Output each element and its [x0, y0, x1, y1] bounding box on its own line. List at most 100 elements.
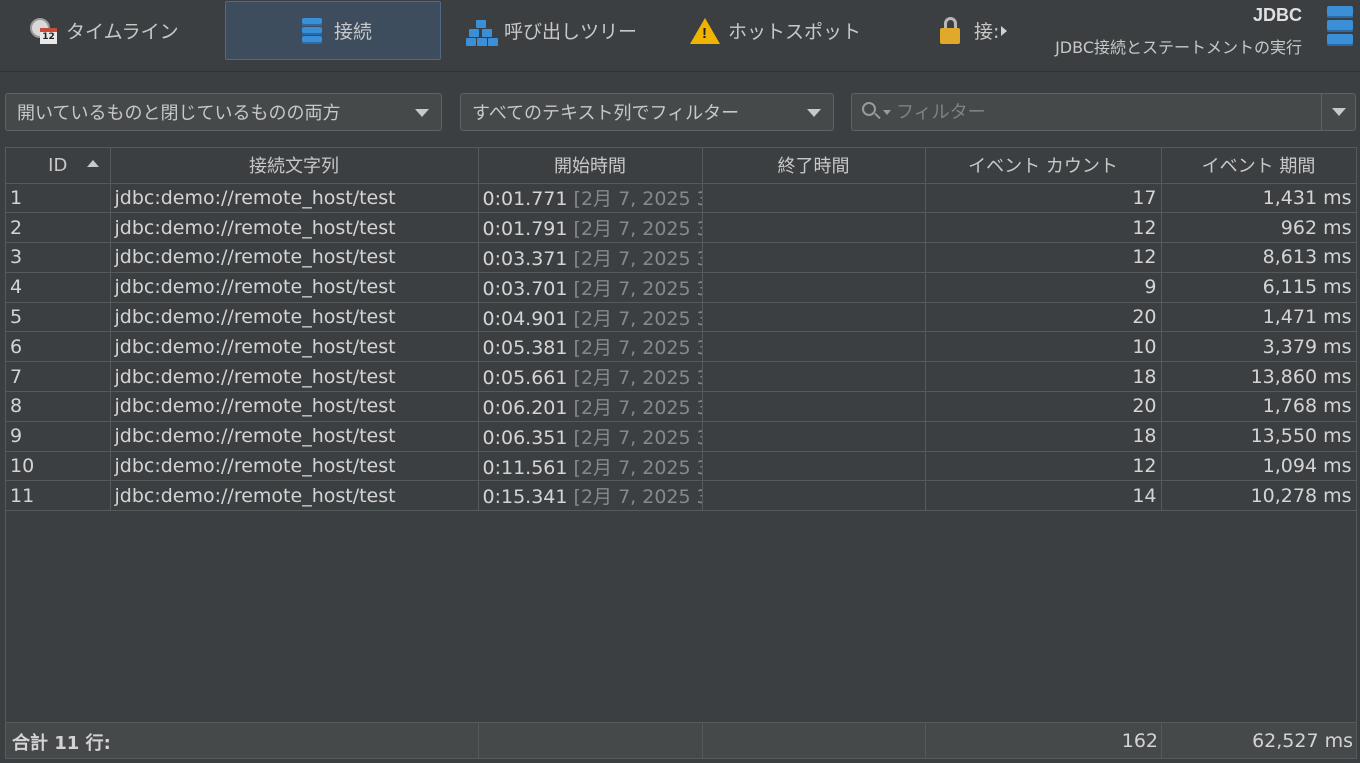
cell-id: 8	[6, 391, 111, 422]
cell-start-time: 0:05.381 [2月 7, 2025 3..	[478, 331, 703, 363]
column-filter-select[interactable]: すべてのテキスト列でフィルター	[460, 93, 834, 131]
table-row[interactable]: 6 jdbc:demo://remote_host/test 0:05.381 [2…	[6, 331, 1357, 363]
table-row[interactable]: 9 jdbc:demo://remote_host/test 0:06.351 [2…	[6, 421, 1357, 452]
cell-connection-string: jdbc:demo://remote_host/test	[110, 361, 479, 393]
cell-connection-string: jdbc:demo://remote_host/test	[110, 212, 479, 244]
filter-search-box	[851, 93, 1356, 131]
cell-connection-string: jdbc:demo://remote_host/test	[110, 242, 479, 273]
cell-event-count: 20	[925, 391, 1162, 422]
column-header-event-duration[interactable]: イベント 期間	[1161, 148, 1357, 184]
cell-event-duration: 13,860 ms	[1161, 361, 1357, 393]
cell-id: 9	[6, 421, 111, 452]
chevron-down-icon	[415, 109, 429, 117]
cell-id: 11	[6, 480, 111, 512]
cell-end-time	[702, 272, 926, 303]
tab-label: 接:	[974, 21, 1000, 43]
cell-end-time	[702, 242, 926, 273]
column-header-end-time[interactable]: 終了時間	[702, 148, 926, 184]
start-time-date: [2月 7, 2025 3..	[573, 337, 701, 360]
table-row[interactable]: 1 jdbc:demo://remote_host/test 0:01.771 [2…	[6, 183, 1357, 214]
cell-start-time: 0:06.351 [2月 7, 2025 3..	[478, 421, 703, 452]
tab-timeline[interactable]: 12 タイムライン	[14, 1, 214, 60]
view-tab-bar: 12 タイムライン 接続 呼び出しツリー ! ホットスポット 接: JDBC J…	[0, 0, 1360, 72]
lock-icon	[936, 16, 966, 46]
cell-connection-string: jdbc:demo://remote_host/test	[110, 331, 479, 363]
table-row[interactable]: 10 jdbc:demo://remote_host/test 0:11.561 […	[6, 451, 1357, 482]
cell-event-count: 20	[925, 302, 1162, 333]
start-time-date: [2月 7, 2025 3..	[573, 247, 701, 270]
footer-row-count: 合計 11 行:	[12, 733, 111, 754]
sort-ascending-icon	[87, 160, 99, 167]
cell-connection-string: jdbc:demo://remote_host/test	[110, 451, 479, 482]
cell-id: 4	[6, 272, 111, 303]
tab-connections[interactable]: 接続	[225, 1, 441, 60]
tab-label: 呼び出しツリー	[504, 21, 638, 43]
cell-event-count: 12	[925, 212, 1162, 244]
table-footer-totals: 合計 11 行: 162 62,527 ms	[6, 722, 1356, 759]
cell-event-count: 14	[925, 480, 1162, 512]
cell-start-time: 0:06.201 [2月 7, 2025 3..	[478, 391, 703, 422]
column-filter-value: すべてのテキスト列でフィルター	[472, 103, 740, 124]
column-header-event-count[interactable]: イベント カウント	[925, 148, 1162, 184]
cell-event-duration: 13,550 ms	[1161, 421, 1357, 452]
cell-event-duration: 1,471 ms	[1161, 302, 1357, 333]
call-tree-icon	[466, 16, 498, 46]
start-time-date: [2月 7, 2025 3..	[573, 456, 701, 479]
cell-event-duration: 3,379 ms	[1161, 331, 1357, 363]
cell-id: 10	[6, 451, 111, 482]
cell-event-duration: 1,431 ms	[1161, 183, 1357, 214]
start-time-offset: 0:15.341	[482, 486, 568, 509]
view-title: JDBC	[1252, 5, 1302, 25]
view-subtitle: JDBC接続とステートメントの実行	[1055, 38, 1302, 57]
start-time-date: [2月 7, 2025 3..	[573, 277, 701, 300]
cell-start-time: 0:01.791 [2月 7, 2025 3..	[478, 212, 703, 244]
tab-label: 接続	[334, 21, 373, 43]
start-time-date: [2月 7, 2025 3..	[573, 486, 701, 509]
cell-event-duration: 10,278 ms	[1161, 480, 1357, 512]
cell-event-count: 18	[925, 421, 1162, 452]
table-row[interactable]: 7 jdbc:demo://remote_host/test 0:05.661 [2…	[6, 361, 1357, 393]
cell-start-time: 0:01.771 [2月 7, 2025 3..	[478, 183, 703, 214]
cell-event-count: 12	[925, 451, 1162, 482]
start-time-date: [2月 7, 2025 3..	[573, 188, 701, 211]
column-header-connection-string[interactable]: 接続文字列	[110, 148, 479, 184]
cell-start-time: 0:05.661 [2月 7, 2025 3..	[478, 361, 703, 393]
cell-event-count: 17	[925, 183, 1162, 214]
cell-end-time	[702, 421, 926, 452]
cell-event-duration: 962 ms	[1161, 212, 1357, 244]
start-time-offset: 0:05.381	[482, 337, 568, 360]
filter-search-input[interactable]	[896, 96, 1316, 128]
cell-start-time: 0:11.561 [2月 7, 2025 3..	[478, 451, 703, 482]
tab-call-tree[interactable]: 呼び出しツリー	[452, 1, 672, 60]
tab-locks[interactable]: 接:	[922, 1, 1022, 60]
tab-hotspots[interactable]: ! ホットスポット	[676, 1, 896, 60]
search-history-dropdown[interactable]	[1321, 94, 1355, 130]
table-row[interactable]: 11 jdbc:demo://remote_host/test 0:15.341 […	[6, 480, 1357, 512]
cell-connection-string: jdbc:demo://remote_host/test	[110, 183, 479, 214]
table-row[interactable]: 5 jdbc:demo://remote_host/test 0:04.901 [2…	[6, 302, 1357, 333]
column-header-id[interactable]: ID	[6, 148, 111, 184]
start-time-offset: 0:06.351	[482, 426, 568, 449]
cell-id: 7	[6, 361, 111, 393]
table-row[interactable]: 3 jdbc:demo://remote_host/test 0:03.371 [2…	[6, 242, 1357, 273]
footer-event-count-total: 162	[1121, 730, 1158, 752]
warning-icon: !	[690, 16, 720, 46]
start-time-offset: 0:01.771	[482, 188, 568, 211]
cell-event-duration: 6,115 ms	[1161, 272, 1357, 303]
cell-event-duration: 8,613 ms	[1161, 242, 1357, 273]
start-time-date: [2月 7, 2025 3..	[573, 396, 701, 419]
table-row[interactable]: 2 jdbc:demo://remote_host/test 0:01.791 [2…	[6, 212, 1357, 244]
cell-id: 1	[6, 183, 111, 214]
start-time-date: [2月 7, 2025 3..	[573, 307, 701, 330]
start-time-date: [2月 7, 2025 3..	[573, 426, 701, 449]
table-row[interactable]: 8 jdbc:demo://remote_host/test 0:06.201 [2…	[6, 391, 1357, 422]
open-closed-filter-select[interactable]: 開いているものと閉じているものの両方	[5, 93, 442, 131]
start-time-date: [2月 7, 2025 3..	[573, 218, 701, 241]
timeline-clock-icon: 12	[28, 16, 58, 46]
search-icon[interactable]	[862, 102, 891, 120]
column-header-start-time[interactable]: 開始時間	[478, 148, 703, 184]
table-row[interactable]: 4 jdbc:demo://remote_host/test 0:03.701 [2…	[6, 272, 1357, 303]
jdbc-database-icon	[1320, 4, 1354, 46]
more-tabs-arrow-icon[interactable]	[1001, 26, 1007, 36]
start-time-offset: 0:03.371	[482, 247, 568, 270]
